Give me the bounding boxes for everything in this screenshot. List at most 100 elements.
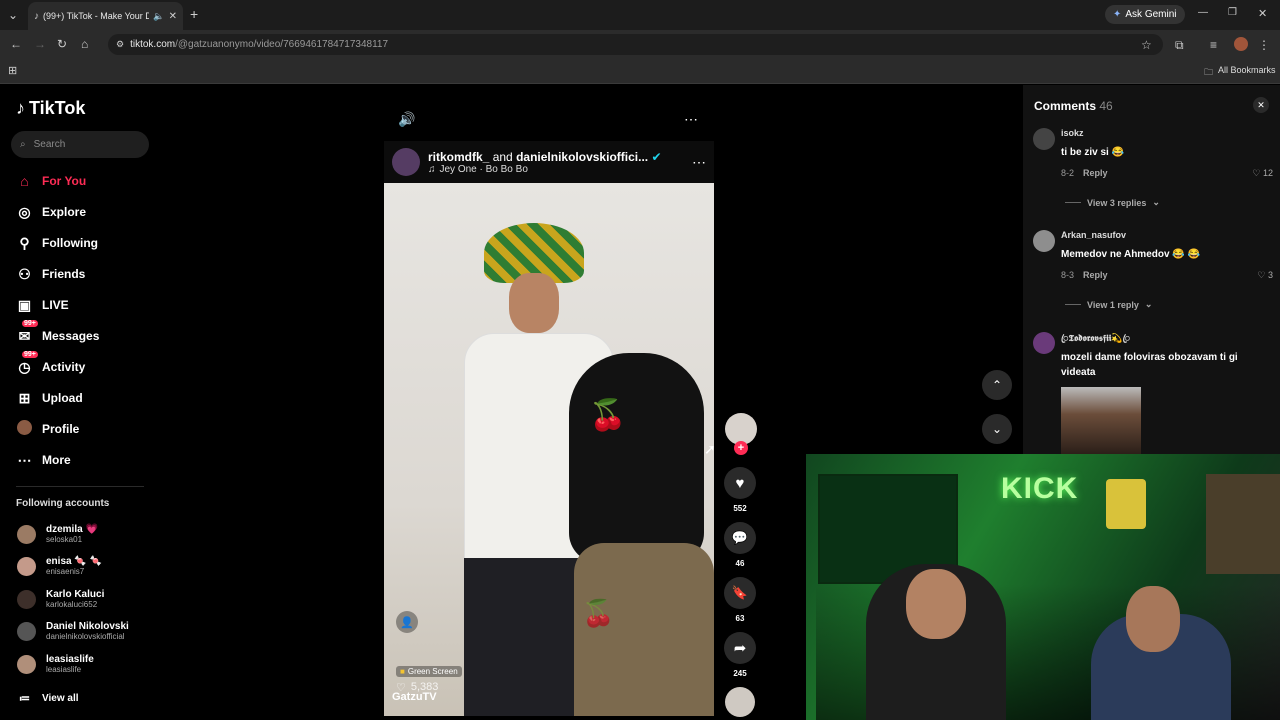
nav-live[interactable]: ▣ LIVE [16, 295, 69, 315]
nav-friends[interactable]: ⚇ Friends [16, 264, 85, 284]
all-bookmarks-button[interactable]: 🗀 All Bookmarks [1204, 65, 1276, 81]
more-options-icon[interactable]: ⋯ [684, 111, 698, 128]
close-tab-icon[interactable]: ✕ [169, 11, 177, 22]
previous-video-button[interactable]: ⌃ [982, 370, 1012, 400]
view-all-link[interactable]: ≔ View all [16, 688, 79, 708]
tab-list-icon[interactable]: ⌄ [8, 8, 18, 22]
comment-username[interactable]: isokz [1061, 128, 1084, 138]
bookmark-star-icon[interactable]: ☆ [1141, 38, 1152, 52]
reply-button[interactable]: Reply [1083, 270, 1108, 280]
nav-for-you[interactable]: ⌂ For You [16, 171, 86, 191]
comments-count: 46 [1099, 99, 1113, 113]
effect-icon: ■ [400, 667, 405, 676]
comment-username[interactable]: ꦿ𝕿𝖔𝖉𝖔𝖗𝖔𝖛𝖘𝖋𝖎𝖎💫ꦿ [1061, 332, 1130, 350]
account-handle: leasiaslife [46, 665, 82, 674]
volume-icon[interactable]: 🔊 [398, 111, 415, 128]
nav-explore[interactable]: ◎ Explore [16, 202, 86, 222]
nav-profile[interactable]: Profile [16, 419, 79, 439]
search-input[interactable]: ⌕ Search [11, 131, 149, 158]
extensions-icon[interactable]: ⧉ [1175, 38, 1184, 53]
profile-avatar[interactable] [1234, 37, 1248, 51]
comment-like-button[interactable]: ♡ 12 [1252, 168, 1273, 179]
view-replies-button[interactable]: View 3 replies ⌄ [1065, 197, 1160, 208]
nav-label: LIVE [42, 298, 69, 312]
save-button[interactable]: 🔖 [724, 577, 756, 609]
menu-dots-icon[interactable]: ⋮ [1258, 38, 1270, 52]
avatar[interactable] [1033, 230, 1055, 252]
url-path: /@gatzuanonymo/video/7669461784717348117 [175, 39, 389, 50]
maximize-icon[interactable]: ❐ [1228, 7, 1237, 18]
coauthor-name[interactable]: danielnikolovskioffici... [516, 150, 648, 164]
share-button[interactable]: ➦ [724, 632, 756, 664]
comment-icon: 💬 [731, 530, 749, 545]
comment-like-count: 3 [1267, 270, 1273, 280]
nav-more[interactable]: ⋯ More [16, 450, 71, 470]
url-field[interactable]: ⚙ tiktok.com/@gatzuanonymo/video/7669461… [108, 34, 1163, 55]
new-tab-icon[interactable]: + [190, 6, 198, 22]
view-replies-label: View 1 reply [1087, 299, 1139, 310]
apps-grid-icon[interactable]: ⊞ [8, 64, 17, 77]
messages-icon: ✉ 99+ [18, 319, 38, 344]
browser-tab[interactable]: ♪ (99+) TikTok - Make Your D 🔈 ✕ [28, 2, 183, 30]
nav-activity[interactable]: ◷ 99+ Activity [16, 350, 85, 377]
account-handle: danielnikolovskiofficial [46, 632, 125, 641]
author-avatar[interactable] [392, 148, 420, 176]
following-account[interactable]: leasiaslife leasiaslife [17, 650, 94, 678]
account-handle: karlokaluci652 [46, 600, 98, 609]
following-account[interactable]: enisa 🍬 🍬 enisaenis7 [17, 552, 102, 580]
back-icon[interactable]: ← [10, 37, 22, 51]
reply-button[interactable]: Reply [1083, 168, 1108, 178]
following-account[interactable]: Daniel Nikolovski danielnikolovskiofficia… [17, 617, 129, 645]
header-more-icon[interactable]: ⋯ [692, 154, 706, 171]
verified-icon: ✔ [651, 149, 662, 164]
media-icon[interactable]: ≡ [1210, 38, 1217, 52]
nav-following[interactable]: ⚲ Following [16, 233, 98, 253]
nav-upload[interactable]: ⊞ Upload [16, 388, 83, 408]
follow-plus-button[interactable]: + [734, 441, 748, 455]
video-frame: 🍒 🍒 👤 [384, 183, 714, 716]
close-comments-icon[interactable]: ✕ [1253, 97, 1269, 113]
watermark-channel: GatzuTV [392, 691, 437, 703]
music-note-icon: ♫ [428, 163, 436, 175]
music-disc[interactable] [725, 687, 755, 717]
home-browser-icon[interactable]: ⌂ [81, 37, 88, 51]
reload-icon[interactable]: ↻ [57, 37, 67, 51]
music-title[interactable]: Jey One · Bo Bo Bo [440, 164, 528, 175]
tiktok-logo[interactable]: ♪ TikTok [16, 98, 85, 119]
comment-button[interactable]: 💬 [724, 522, 756, 554]
author-name[interactable]: ritkomdfk_ [428, 150, 489, 164]
search-icon: ⌕ [20, 139, 26, 150]
effect-tag[interactable]: ■ Green Screen [396, 666, 462, 677]
nav-messages[interactable]: ✉ 99+ Messages [16, 319, 100, 346]
comment-image[interactable] [1061, 387, 1141, 455]
friends-icon: ⚇ [18, 265, 31, 282]
nav-label: Upload [42, 391, 83, 405]
avatar[interactable] [1033, 332, 1055, 354]
video-player[interactable]: ritkomdfk_ and danielnikolovskioffici...… [384, 141, 714, 716]
close-window-icon[interactable]: ✕ [1258, 7, 1267, 20]
list-icon: ≔ [19, 692, 30, 705]
avatar[interactable] [1033, 128, 1055, 150]
minimize-icon[interactable]: — [1198, 7, 1208, 18]
following-account[interactable]: Karlo Kaluci karlokaluci652 [17, 585, 104, 613]
user-icon[interactable]: 👤 [396, 611, 418, 633]
comment-username[interactable]: Arkan_nasufov [1061, 230, 1126, 240]
comment-date: 8-3 [1061, 270, 1075, 280]
speaker-icon[interactable]: 🔈 [153, 11, 164, 22]
comment-like-button[interactable]: ♡ 3 [1257, 270, 1273, 281]
next-video-button[interactable]: ⌄ [982, 414, 1012, 444]
forward-icon[interactable]: → [34, 37, 46, 51]
like-button[interactable]: ♥ [724, 467, 756, 499]
like-count: 552 [733, 504, 747, 513]
ask-gemini-button[interactable]: ✦ Ask Gemini [1105, 5, 1185, 24]
person-right-face [1126, 586, 1180, 652]
nav-label: Messages [42, 329, 100, 343]
cherry-sticker-icon: 🍒 [582, 598, 615, 628]
comment-text: ti be ziv si 😂 [1061, 147, 1125, 158]
following-account[interactable]: dzemila 💗 seloska01 [17, 520, 98, 548]
nav-label: Following [42, 236, 98, 250]
view-replies-button[interactable]: View 1 reply ⌄ [1065, 299, 1152, 310]
site-info-icon[interactable]: ⚙ [116, 39, 124, 50]
jersey-frame [1106, 479, 1146, 529]
browser-tab-bar: ⌄ ♪ (99+) TikTok - Make Your D 🔈 ✕ + ✦ A… [0, 0, 1280, 30]
